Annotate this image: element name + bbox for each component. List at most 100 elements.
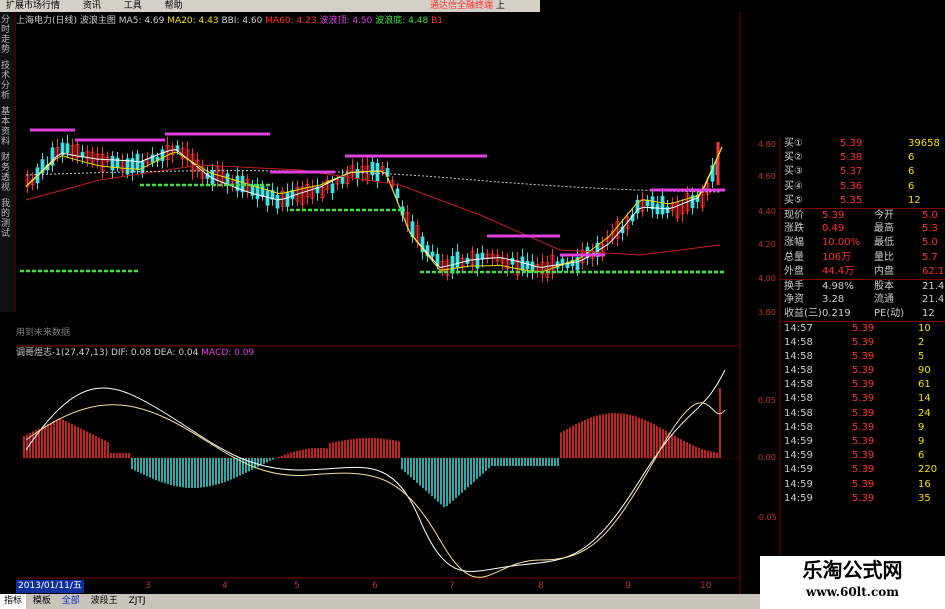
candle-body [375,163,380,182]
candle-body [115,157,120,168]
stat-value: 62.1 [922,265,945,277]
tick-row: 14:57 5.39 10 [780,321,945,335]
tick-row: 14:58 5.39 14 [780,392,945,406]
dif-value: DIF: 0.08 [110,348,151,358]
tick-price: 5.39 [852,421,875,433]
y-tick: 4.60 [758,172,776,181]
candle-body [650,196,655,210]
bid-label: 买② [784,152,803,164]
candle-body [65,143,70,153]
stat-label: 现价 [784,209,804,221]
candle-body [395,188,400,199]
tick-volume: 9 [918,435,925,447]
tab-template[interactable]: 模板 [29,594,55,609]
candle-body [655,203,660,215]
tick-time: 14:59 [784,450,813,462]
tick-time: 14:58 [784,379,813,391]
tick-volume: 24 [918,407,931,419]
cursor-date-label: 2013/01/11/五 [16,580,84,593]
stat-label: 换手 [784,280,804,292]
bid-volume: 6 [908,166,915,178]
tick-row: 14:58 5.39 90 [780,364,945,378]
candle-body [665,206,670,214]
x-tick: 5 [294,581,300,591]
tick-row: 14:59 5.39 16 [780,478,945,492]
bid-row: 买① 5.39 39658 [780,137,945,151]
tick-volume: 10 [918,323,931,335]
stat-label: 内盘 [874,265,894,277]
tick-row: 14:59 5.39 9 [780,435,945,449]
tab-all[interactable]: 全部 [58,594,84,609]
future-data-note: 用到未来数据 [16,328,71,338]
macd-value: MACD: 0.09 [201,348,255,358]
bid-label: 买⑤ [784,194,803,206]
macd-y-tick: -0.05 [756,513,777,522]
candle-body [110,156,115,171]
tick-time: 14:58 [784,365,813,376]
tick-row: 14:58 5.39 24 [780,407,945,421]
x-tick: 7 [449,581,455,591]
tick-row: 14:58 5.39 2 [780,336,945,350]
y-tick: 4.20 [758,240,776,249]
bid-price: 5.36 [840,180,863,192]
stat-label: PE(动) [874,308,905,320]
tick-price: 5.39 [852,450,875,462]
stat-value: 106万 [822,251,852,263]
macd-y-tick: 0.00 [758,453,776,462]
candle-body [520,256,525,271]
stat-value: 0.49 [822,223,845,235]
candle-body [480,252,485,260]
candle-body [525,260,530,270]
stat-label: 收益(三) [784,308,822,320]
tick-time: 14:59 [784,435,813,447]
candle-body [455,251,460,268]
bid-row: 买② 5.38 6 [780,151,945,165]
stat-value: 5.39 [822,209,845,221]
bid-price: 5.35 [840,194,863,206]
stat-value: 5.0 [922,209,938,221]
tick-volume: 16 [918,478,931,490]
tick-row: 14:59 5.39 6 [780,449,945,463]
stat-label: 外盘 [784,265,804,277]
tick-time: 14:59 [784,492,813,504]
stat-row: 收益(三) 0.219 PE(动) 12 [780,307,945,321]
watermark-title: 乐淘公式网 [802,558,903,582]
tick-volume: 6 [918,450,925,462]
x-tick: 8 [538,581,544,591]
tick-price: 5.39 [852,435,875,447]
tab-zjtj[interactable]: ZJTJ [125,594,150,609]
tick-row: 14:58 5.39 61 [780,378,945,392]
candle-body [275,194,280,209]
stat-row: 涨幅 10.00% 最低 5.0 [780,236,945,250]
tick-row: 14:59 5.39 35 [780,492,945,506]
tick-price: 5.39 [852,407,875,419]
tick-row: 14:58 5.39 9 [780,421,945,435]
tick-time: 14:58 [784,421,813,433]
dea-line [25,402,726,578]
stat-value: 12 [922,308,935,320]
tab-indicator[interactable]: 指标 [0,594,27,609]
y-tick: 3.80 [758,308,776,317]
tick-volume: 2 [918,336,925,348]
tab-wave-king[interactable]: 波段王 [87,594,122,609]
tick-price: 5.39 [852,350,875,362]
candle-body [430,251,435,257]
bid-price: 5.38 [840,152,863,164]
tick-time: 14:58 [784,350,813,362]
macd-lines [25,369,726,578]
bid-volume: 12 [908,194,921,206]
candle-body [340,175,345,184]
stat-label: 涨幅 [784,237,804,249]
bid-row: 买⑤ 5.35 12 [780,194,945,208]
tick-price: 5.39 [852,379,875,391]
tick-row: 14:58 5.39 5 [780,350,945,364]
stat-label: 总量 [784,251,804,263]
stat-row: 现价 5.39 今开 5.0 [780,207,945,222]
x-tick: 9 [625,581,631,591]
x-tick: 10 [700,581,712,591]
stat-value: 5.7 [922,251,938,263]
stat-label: 净资 [784,294,804,306]
stat-value: 4.98% [822,280,854,292]
stat-label: 今开 [874,209,894,221]
macd-y-tick: 0.05 [758,396,776,405]
